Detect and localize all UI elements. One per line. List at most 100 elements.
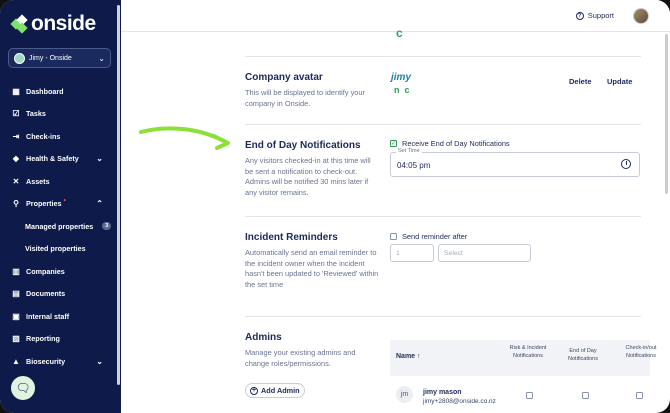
assets-icon: ✕ <box>12 176 20 186</box>
admins-description: Manage your existing admins and change r… <box>245 348 356 368</box>
eod-checkbox-label: Receive End of Day Notifications <box>402 139 510 148</box>
sidebar-item-internal-staff[interactable]: ▣ Internal staff <box>0 305 117 328</box>
annotation-arrow-icon <box>139 126 230 150</box>
sidebar-item-check-ins[interactable]: ⇥ Check-ins <box>0 125 117 148</box>
reminder-number-input[interactable]: 1 <box>390 244 434 262</box>
divider <box>245 216 641 217</box>
clock-icon[interactable] <box>621 159 631 169</box>
sidebar-item-companies[interactable]: ▥ Companies <box>0 260 117 283</box>
chevron-down-icon: ⌄ <box>96 356 103 366</box>
company-avatar-description: This will be displayed to identify your … <box>245 88 365 108</box>
incident-checkbox[interactable] <box>390 233 397 240</box>
checkin-row-checkbox[interactable] <box>636 392 643 399</box>
eod-title: End of Day Notifications <box>245 140 361 151</box>
avatar: jm <box>396 386 413 403</box>
name-column-header[interactable]: Name ↑ <box>396 353 421 360</box>
sidebar-item-properties[interactable]: ⚲ Properties • ⌃ <box>0 193 117 216</box>
sidebar-item-biosecurity[interactable]: ▲ Biosecurity ⌄ <box>0 350 117 373</box>
sidebar-item-assets[interactable]: ✕ Assets <box>0 170 117 193</box>
company-logo-image: jimy nc <box>391 72 423 100</box>
sidebar-item-label: Health & Safety <box>26 154 79 164</box>
main-scrollbar[interactable] <box>665 34 668 194</box>
properties-icon: ⚲ <box>13 199 19 209</box>
previous-logo-fragment: c <box>396 26 403 40</box>
eod-checkbox-row[interactable]: ✓ Receive End of Day Notifications <box>390 139 510 148</box>
incident-checkbox-row[interactable]: Send reminder after <box>390 232 467 241</box>
dashboard-icon: ▦ <box>12 86 20 96</box>
table-row: jm jimy mason jimy+2808@onside.co.nz <box>390 377 650 413</box>
plus-icon: + <box>250 386 258 395</box>
org-avatar <box>14 52 25 64</box>
documents-icon: ▤ <box>12 289 20 299</box>
eod-column-header: End of Day Notifications <box>568 348 598 362</box>
company-avatar-title: Company avatar <box>245 72 323 83</box>
health-safety-icon: ◆ <box>12 154 20 164</box>
onside-logo[interactable]: onside <box>10 12 96 36</box>
support-label: Support <box>587 11 614 20</box>
sidebar-item-label: Documents <box>26 289 66 299</box>
logo-mark-icon <box>10 14 28 34</box>
divider <box>245 56 641 57</box>
notification-dot: • <box>63 198 66 205</box>
table-header: Name ↑ Risk & Incident Notifications End… <box>390 340 656 376</box>
add-admin-label: Add Admin <box>261 386 300 395</box>
reminder-unit-select[interactable]: Select <box>438 244 531 262</box>
divider <box>245 316 641 317</box>
update-avatar-button[interactable]: Update <box>607 77 632 86</box>
risk-incident-column-header: Risk & Incident Notifications <box>509 345 547 359</box>
chevron-down-icon: ⌄ <box>98 53 105 63</box>
sidebar-item-label: Tasks <box>26 109 46 119</box>
count-badge: 3 <box>102 222 112 231</box>
help-icon: ? <box>575 11 584 20</box>
admins-title: Admins <box>245 332 282 343</box>
sidebar-item-documents[interactable]: ▤ Documents <box>0 283 117 306</box>
sidebar-item-label: Internal staff <box>26 311 70 321</box>
admins-table: Name ↑ Risk & Incident Notifications End… <box>390 340 656 413</box>
sidebar-item-label: Reporting <box>26 334 60 344</box>
sidebar-item-tasks[interactable]: ☑ Tasks <box>0 103 117 126</box>
sidebar-item-label: Assets <box>26 176 50 186</box>
incident-title: Incident Reminders <box>245 232 338 243</box>
sidebar-item-label: Check-ins <box>26 131 61 141</box>
admin-name: jimy mason <box>423 389 462 396</box>
delete-avatar-button[interactable]: Delete <box>569 77 592 86</box>
chevron-down-icon: ⌄ <box>96 154 103 164</box>
sidebar: onside Jimy - Onside ⌄ ▦ Dashboard ☑ Tas… <box>0 0 121 413</box>
eod-row-checkbox[interactable] <box>582 392 589 399</box>
checkin-column-header: Check-in/out Notifications <box>625 345 657 359</box>
sidebar-item-label: Properties <box>26 199 62 209</box>
incident-checkbox-label: Send reminder after <box>402 232 468 241</box>
check-in-icon: ⇥ <box>12 131 20 141</box>
user-avatar[interactable] <box>633 8 649 24</box>
org-selector[interactable]: Jimy - Onside ⌄ <box>8 48 111 68</box>
sidebar-item-reporting[interactable]: ▨ Reporting <box>0 328 117 351</box>
sidebar-item-label: Dashboard <box>26 86 64 96</box>
sidebar-item-visited-properties[interactable]: Visited properties <box>0 238 117 261</box>
sidebar-item-label: Companies <box>26 266 65 276</box>
biosecurity-icon: ▲ <box>12 356 20 366</box>
chevron-up-icon: ⌃ <box>96 199 103 209</box>
risk-incident-checkbox[interactable] <box>526 392 533 399</box>
sidebar-item-label: Biosecurity <box>26 356 66 366</box>
incident-description: Automatically send an email reminder to … <box>245 248 379 289</box>
eod-checkbox[interactable]: ✓ <box>390 140 397 147</box>
reporting-icon: ▨ <box>12 334 20 344</box>
admin-email: jimy+2808@onside.co.nz <box>423 398 496 405</box>
sidebar-item-dashboard[interactable]: ▦ Dashboard <box>0 80 117 103</box>
logo-text: onside <box>31 12 96 35</box>
app-window: onside Jimy - Onside ⌄ ▦ Dashboard ☑ Tas… <box>0 0 670 413</box>
sidebar-item-managed-properties[interactable]: Managed properties 3 <box>0 215 117 238</box>
sidebar-item-health-safety[interactable]: ◆ Health & Safety ⌄ <box>0 148 117 171</box>
sidebar-item-label: Managed properties <box>25 221 94 231</box>
eod-description: Any visitors checked-in at this time wil… <box>245 156 371 197</box>
company-logo-text-bottom: nc <box>394 85 415 95</box>
staff-icon: ▣ <box>12 311 20 321</box>
set-time-value: 04:05 pm <box>397 161 431 170</box>
support-link[interactable]: ? Support <box>575 11 614 20</box>
set-time-input[interactable]: Set Time 04:05 pm <box>390 148 640 177</box>
add-admin-button[interactable]: + Add Admin <box>245 383 305 398</box>
chat-icon[interactable]: 🗨 <box>9 374 37 402</box>
org-selector-label: Jimy - Onside <box>29 54 72 62</box>
companies-icon: ▥ <box>12 266 20 276</box>
sidebar-scrollbar[interactable] <box>117 5 120 385</box>
